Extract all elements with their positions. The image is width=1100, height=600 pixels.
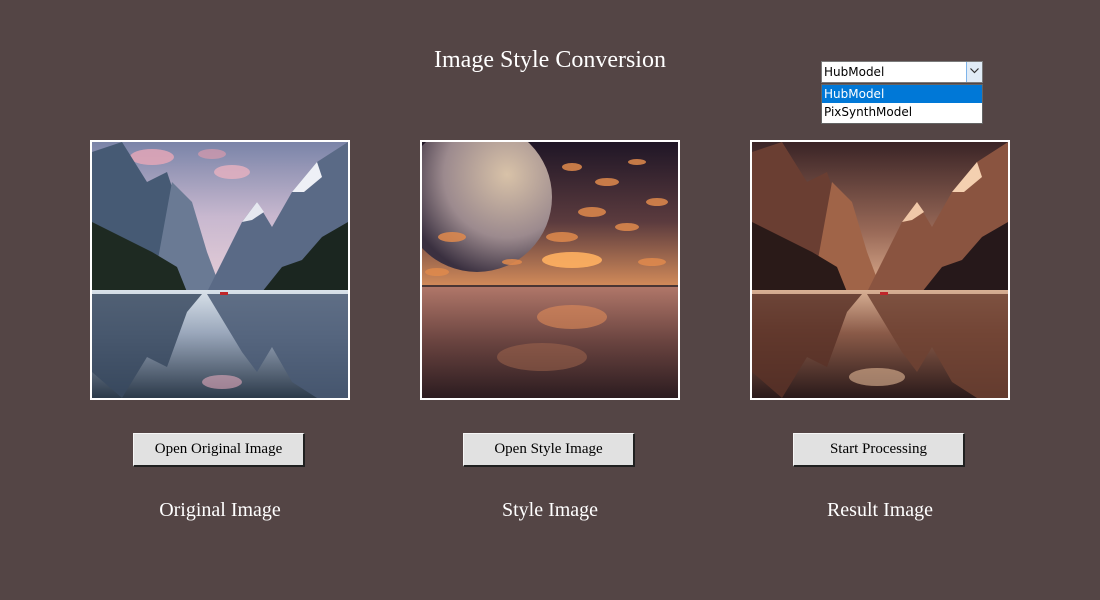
- start-processing-button[interactable]: Start Processing: [793, 433, 965, 467]
- style-image-panel: [420, 140, 680, 400]
- open-original-image-button[interactable]: Open Original Image: [133, 433, 305, 467]
- result-image-caption: Result Image: [826, 499, 934, 521]
- model-option-hubmodel[interactable]: HubModel: [822, 85, 982, 103]
- model-dropdown-list: HubModel PixSynthModel: [821, 84, 983, 124]
- result-image: [752, 142, 1008, 398]
- original-image-caption: Original Image: [159, 499, 281, 521]
- dropdown-arrow-button[interactable]: [966, 62, 982, 82]
- model-dropdown-value: HubModel: [824, 65, 885, 79]
- original-image-panel: [90, 140, 350, 400]
- style-image: [422, 142, 678, 398]
- original-image: [92, 142, 348, 398]
- open-style-image-button[interactable]: Open Style Image: [463, 433, 635, 467]
- model-option-pixsynthmodel[interactable]: PixSynthModel: [822, 103, 982, 121]
- result-image-panel: [750, 140, 1010, 400]
- chevron-down-icon: [970, 68, 979, 74]
- model-dropdown[interactable]: HubModel: [821, 61, 983, 83]
- style-image-caption: Style Image: [501, 499, 599, 521]
